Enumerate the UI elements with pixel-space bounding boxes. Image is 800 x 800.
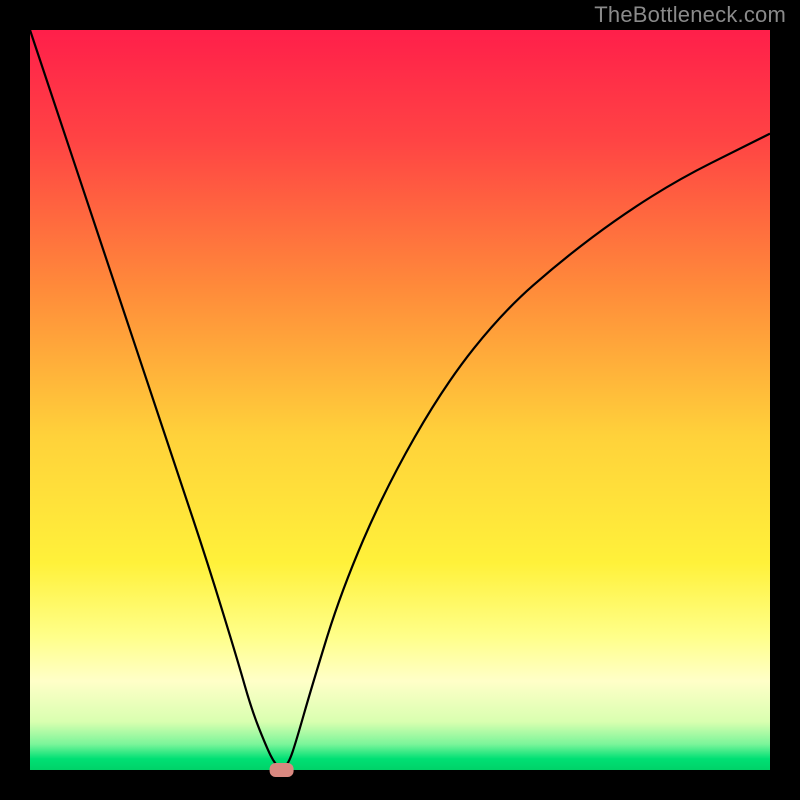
watermark-text: TheBottleneck.com [594,2,786,28]
optimum-marker [270,763,294,777]
plot-background [30,30,770,770]
bottleneck-chart [0,0,800,800]
chart-frame: TheBottleneck.com [0,0,800,800]
